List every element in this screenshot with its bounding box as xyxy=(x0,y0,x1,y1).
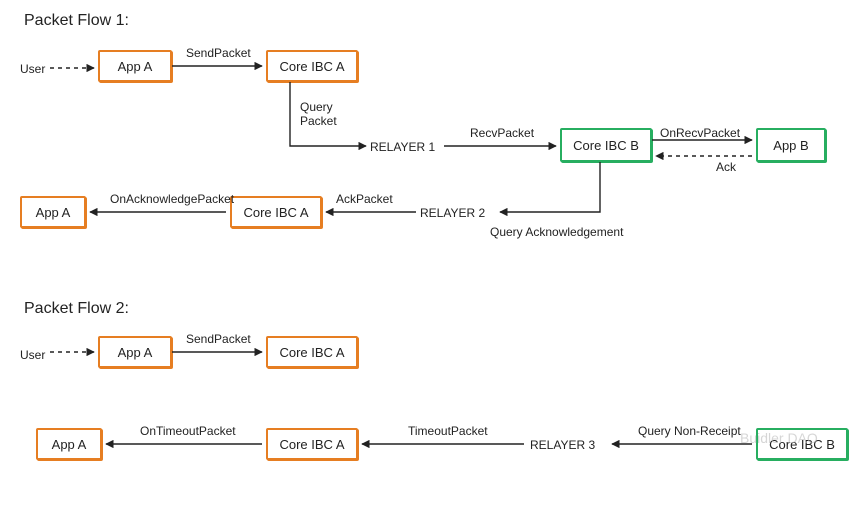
box-label: App B xyxy=(773,138,808,153)
box-label: Core IBC A xyxy=(243,205,308,220)
flow2-querynonreceipt-label: Query Non-Receipt xyxy=(638,424,741,438)
flow2-core-ibc-a-2: Core IBC A xyxy=(266,428,358,460)
box-label: Core IBC B xyxy=(573,138,639,153)
flow1-querypacket-label1: Query xyxy=(300,100,333,114)
flow1-core-ibc-a-2: Core IBC A xyxy=(230,196,322,228)
flow1-core-ibc-b: Core IBC B xyxy=(560,128,652,162)
watermark-text: Buidler DAO xyxy=(740,430,818,446)
flow1-relayer2-label: RELAYER 2 xyxy=(420,206,485,220)
flow2-sendpacket-label: SendPacket xyxy=(186,332,251,346)
box-label: App A xyxy=(52,437,87,452)
flow1-user-label: User xyxy=(20,62,45,76)
flow2-ontimeoutpacket-label: OnTimeoutPacket xyxy=(140,424,236,438)
box-label: Core IBC A xyxy=(279,59,344,74)
flow2-title: Packet Flow 2: xyxy=(24,300,129,318)
flow1-app-a-2: App A xyxy=(20,196,86,228)
flow2-timeoutpacket-label: TimeoutPacket xyxy=(408,424,488,438)
flow2-core-ibc-a-1: Core IBC A xyxy=(266,336,358,368)
box-label: Core IBC A xyxy=(279,437,344,452)
flow1-ack-label: Ack xyxy=(716,160,736,174)
box-label: App A xyxy=(118,345,153,360)
flow1-app-a-1: App A xyxy=(98,50,172,82)
flow1-core-ibc-a-1: Core IBC A xyxy=(266,50,358,82)
flow2-relayer3-label: RELAYER 3 xyxy=(530,438,595,452)
box-label: App A xyxy=(36,205,71,220)
box-label: Core IBC A xyxy=(279,345,344,360)
flow1-querypacket-label2: Packet xyxy=(300,114,337,128)
flow1-ackpacket-label: AckPacket xyxy=(336,192,393,206)
flow1-sendpacket-label: SendPacket xyxy=(186,46,251,60)
flow1-onackpacket-label: OnAcknowledgePacket xyxy=(110,192,234,206)
flow1-onrecvpacket-label: OnRecvPacket xyxy=(660,126,740,140)
box-label: App A xyxy=(118,59,153,74)
flow2-user-label: User xyxy=(20,348,45,362)
flow1-app-b: App B xyxy=(756,128,826,162)
flow1-recvpacket-label: RecvPacket xyxy=(470,126,534,140)
flow1-queryack-label: Query Acknowledgement xyxy=(490,225,623,239)
flow1-relayer1-label: RELAYER 1 xyxy=(370,140,435,154)
flow2-app-a-1: App A xyxy=(98,336,172,368)
flow1-title: Packet Flow 1: xyxy=(24,12,129,30)
flow2-app-a-2: App A xyxy=(36,428,102,460)
